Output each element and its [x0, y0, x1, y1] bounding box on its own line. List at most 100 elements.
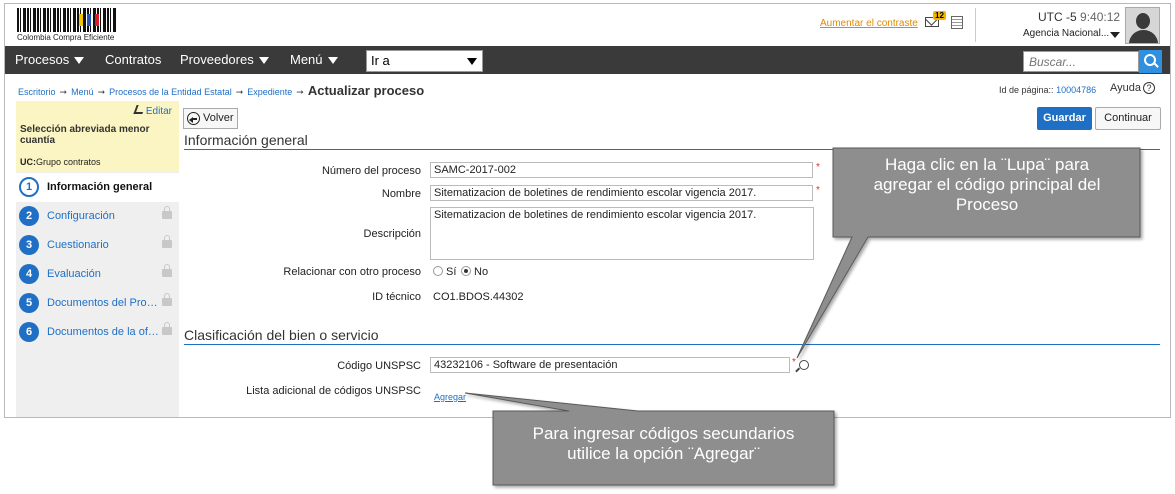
process-summary: Editar Selección abreviada menor cuantía… [16, 101, 179, 172]
lock-icon [162, 235, 172, 248]
nav-procesos[interactable]: Procesos [15, 46, 85, 74]
search-icon[interactable] [1139, 50, 1162, 73]
top-header: Colombia Compra Eficiente Aumentar el co… [5, 4, 1170, 46]
lock-icon [162, 206, 172, 219]
breadcrumb-menu[interactable]: Menú [71, 87, 94, 97]
section-title-general: Información general [184, 132, 308, 148]
pencil-icon [133, 105, 146, 114]
user-avatar[interactable] [1125, 7, 1160, 44]
step-cuestionario[interactable]: 3 Cuestionario [16, 231, 179, 260]
back-label: Volver [203, 112, 234, 124]
timezone-label: UTC -5 [1038, 10, 1077, 24]
radio-yes-label: Sí [446, 266, 457, 278]
ira-select[interactable]: Ir a [366, 50, 483, 72]
process-number-label: Número del proceso [321, 165, 421, 177]
lock-icon [162, 322, 172, 335]
nav-menu[interactable]: Menú [290, 46, 338, 74]
mail-count-badge: 12 [933, 11, 946, 20]
nav-contratos-label: Contratos [105, 52, 162, 67]
technical-id-label: ID técnico [372, 291, 421, 303]
callout-line: Para ingresar códigos secundarios [532, 424, 795, 443]
description-textarea[interactable]: Sitematizacion de boletines de rendimien… [430, 207, 814, 260]
relate-process-label: Relacionar con otro proceso [283, 266, 421, 278]
page-id-value[interactable]: 10004786 [1056, 85, 1096, 95]
chevron-down-icon [258, 57, 269, 65]
edit-button[interactable]: Editar [133, 105, 172, 117]
callout-line: Proceso [955, 195, 1019, 214]
breadcrumb-expediente[interactable]: Expediente [247, 87, 292, 97]
back-button[interactable]: Volver [183, 108, 238, 129]
chevron-down-icon [327, 57, 338, 65]
radio-no-label: No [474, 266, 489, 278]
additional-unspsc-label: Lista adicional de códigos UNSPSC [246, 385, 421, 397]
clock: UTC -5 9:40:12 [1038, 10, 1120, 24]
save-button[interactable]: Guardar [1037, 107, 1092, 130]
search-input[interactable] [1023, 51, 1139, 72]
edit-label: Editar [145, 106, 172, 117]
contrast-link[interactable]: Aumentar el contraste [820, 18, 918, 29]
unspsc-input[interactable]: 43232106 - Software de presentación [430, 357, 790, 373]
breadcrumb: Escritorio ➞ Menú ➞ Procesos de la Entidad E… [18, 83, 424, 98]
technical-id-value: CO1.BDOS.44302 [433, 291, 524, 303]
step-number: 4 [19, 264, 39, 284]
step-documentos-proceso[interactable]: 5 Documentos del Proc... [16, 289, 179, 318]
chevron-down-icon[interactable] [1110, 32, 1120, 38]
page-title: Actualizar proceso [307, 83, 425, 98]
callout-line: utilice la opción ¨Agregar¨ [567, 444, 760, 463]
add-link[interactable]: Agregar [434, 392, 466, 402]
step-evaluacion[interactable]: 4 Evaluación [16, 260, 179, 289]
step-label: Información general [47, 181, 153, 193]
radio-button [433, 266, 443, 276]
step-label: Cuestionario [47, 239, 109, 251]
callout-line: Haga clic en la ¨Lupa¨ para [884, 155, 1090, 174]
arrow-right-icon: ➞ [296, 87, 304, 97]
nav-proveedores[interactable]: Proveedores [180, 46, 269, 74]
name-input[interactable]: Sitematizacion de boletines de rendimien… [430, 185, 813, 201]
agency-selector[interactable]: Agencia Nacional... [1023, 28, 1109, 39]
nav-contratos[interactable]: Contratos [105, 46, 161, 74]
process-sidebar: Editar Selección abreviada menor cuantía… [16, 101, 179, 417]
required-mark: * [792, 357, 796, 368]
chevron-down-icon [467, 58, 477, 65]
step-number: 6 [19, 322, 39, 342]
help-label: Ayuda [1110, 82, 1141, 94]
nav-procesos-label: Procesos [15, 52, 70, 67]
back-arrow-icon [187, 112, 200, 125]
required-mark: * [816, 185, 820, 196]
lock-icon [162, 264, 172, 277]
lock-icon [162, 293, 172, 306]
name-label: Nombre [381, 188, 421, 200]
nav-menu-label: Menú [290, 52, 323, 67]
step-configuracion[interactable]: 2 Configuración [16, 202, 179, 231]
logo[interactable]: Colombia Compra Eficiente [17, 8, 117, 42]
callout-agregar-text: Para ingresar códigos secundarios utilic… [495, 424, 832, 464]
help-link[interactable]: Ayuda? [1110, 82, 1155, 94]
section-divider [184, 344, 1160, 345]
search-icon[interactable] [799, 360, 809, 370]
step-informacion-general[interactable]: 1 Información general [16, 173, 179, 202]
callout-lupa-text: Haga clic en la ¨Lupa¨ para agregar el c… [838, 155, 1136, 215]
breadcrumb-procesos[interactable]: Procesos de la Entidad Estatal [109, 87, 232, 97]
document-icon[interactable] [951, 16, 963, 29]
process-number-input[interactable]: SAMC-2017-002 [430, 162, 813, 178]
page-id-label: Id de página:: [999, 85, 1054, 95]
process-type-title: Selección abreviada menor cuantía [20, 124, 150, 146]
step-label: Configuración [47, 210, 115, 222]
step-label: Evaluación [47, 268, 101, 280]
header-divider [975, 8, 976, 42]
uc-value: Grupo contratos [36, 157, 101, 167]
breadcrumb-escritorio[interactable]: Escritorio [18, 87, 56, 97]
step-documentos-oferta[interactable]: 6 Documentos de la ofe... [16, 318, 179, 347]
chevron-down-icon [74, 57, 85, 65]
step-label: Documentos de la ofe... [47, 326, 159, 338]
radio-button-checked [461, 266, 471, 276]
radio-no[interactable]: No [461, 266, 488, 278]
arrow-right-icon: ➞ [235, 87, 244, 97]
process-unit: UC:Grupo contratos [20, 157, 101, 167]
arrow-right-icon: ➞ [97, 87, 106, 97]
step-number: 1 [19, 177, 39, 197]
radio-yes[interactable]: Sí [433, 266, 456, 278]
ira-label: Ir a [371, 53, 390, 68]
help-icon: ? [1143, 82, 1155, 94]
continue-button[interactable]: Continuar [1095, 107, 1161, 130]
